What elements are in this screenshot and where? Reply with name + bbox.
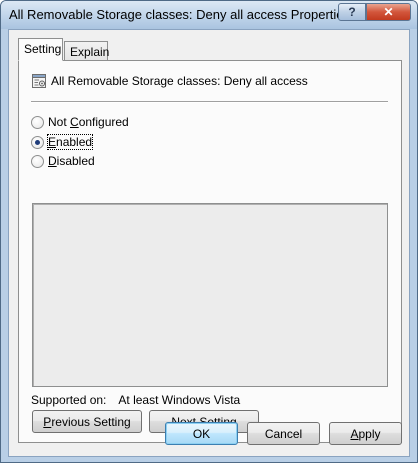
close-icon: ✕ <box>383 5 394 19</box>
tab-setting-label: Setting <box>24 42 62 56</box>
policy-header: All Removable Storage classes: Deny all … <box>31 73 308 89</box>
tab-explain[interactable]: Explain <box>64 41 110 62</box>
supported-on: Supported on: At least Windows Vista <box>31 393 240 407</box>
options-box <box>32 203 388 387</box>
enabled-label: Enabled <box>46 134 94 150</box>
window-title: All Removable Storage classes: Deny all … <box>9 7 351 22</box>
enabled-option[interactable]: Enabled <box>31 134 94 150</box>
supported-on-label: Supported on: <box>31 393 107 407</box>
help-button[interactable]: ? <box>338 3 366 21</box>
supported-on-value: At least Windows Vista <box>118 393 241 407</box>
tab-explain-label: Explain <box>70 45 110 59</box>
not-configured-option[interactable]: Not Configured <box>31 115 129 129</box>
not-configured-label: Not Configured <box>48 115 129 129</box>
title-bar[interactable]: All Removable Storage classes: Deny all … <box>1 1 417 29</box>
setting-panel: All Removable Storage classes: Deny all … <box>18 60 402 443</box>
policy-document-icon <box>32 74 46 88</box>
cancel-button[interactable]: Cancel <box>247 422 320 445</box>
previous-setting-button[interactable]: Previous Setting <box>32 410 142 433</box>
tab-setting[interactable]: Setting <box>18 38 63 61</box>
apply-button[interactable]: Apply <box>329 422 402 445</box>
policy-title: All Removable Storage classes: Deny all … <box>51 74 308 88</box>
disabled-radio[interactable] <box>31 154 44 168</box>
separator <box>31 101 388 103</box>
ok-button[interactable]: OK <box>165 422 238 445</box>
properties-window: All Removable Storage classes: Deny all … <box>0 0 418 463</box>
help-icon: ? <box>348 5 356 19</box>
dialog-client-area: Setting Explain All Removable Storage cl… <box>8 29 410 457</box>
not-configured-radio[interactable] <box>31 115 44 129</box>
disabled-option[interactable]: Disabled <box>31 154 95 168</box>
close-button[interactable]: ✕ <box>366 3 411 21</box>
enabled-radio[interactable] <box>31 135 44 149</box>
disabled-label: Disabled <box>48 154 95 168</box>
